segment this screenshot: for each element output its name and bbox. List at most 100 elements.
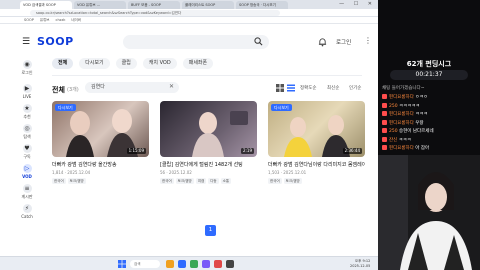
chip-catch-vod[interactable]: 캐치 VOD	[142, 58, 177, 69]
browser-tab[interactable]: VOD 유튜브 ...	[74, 1, 126, 9]
taskbar-search[interactable]: 검색	[130, 260, 160, 268]
tag[interactable]: 한국어	[160, 178, 174, 184]
sidebar-item-recommend[interactable]: ★ 추천	[14, 104, 40, 120]
tag[interactable]: 소통	[220, 178, 232, 184]
app-icon[interactable]	[202, 260, 210, 268]
chat-nick: 펀디요롱하다	[389, 95, 414, 100]
taskbar-clock[interactable]: 오후 9:12 2025-12-05	[350, 259, 370, 269]
card-title[interactable]: 더뻐카 광범 김연다님이랑 다리미지코 몸엠레이트면서	[268, 161, 365, 168]
video-thumbnail[interactable]: 2:19	[160, 101, 257, 157]
sidebar-item-label: Catch	[21, 214, 33, 219]
site-header: ☰ SOOP 로그인 ⋮	[0, 32, 378, 52]
window-controls[interactable]: — ☐ ✕	[339, 1, 376, 7]
duration-badge: 2:36:44	[342, 148, 362, 154]
browser-tab[interactable]: VOD 검색결과 SOOP	[20, 1, 72, 9]
card-title[interactable]: 더뻐카 광범 김연다랑 올간방송	[52, 161, 149, 168]
bell-icon[interactable]	[318, 37, 327, 47]
chat-nick: 펀디요롱하다	[389, 120, 414, 126]
catch-icon: ⚡	[22, 204, 32, 213]
sidebar-item-vod[interactable]: ▷ VOD	[14, 164, 40, 179]
vod-card[interactable]: 2:19 [클립] 김연다에게 털림진 1482개 선팅 56 · 2025.1…	[160, 101, 257, 184]
sidebar-item-label: 게시판	[21, 194, 33, 199]
chip-replay[interactable]: 다시보기	[79, 58, 110, 69]
overlay-notice: 채팅 들어가겠습니다~	[382, 86, 425, 91]
tag[interactable]: 여캠	[195, 178, 207, 184]
sidebar-item-label: 구독	[23, 154, 31, 159]
chat-badge-icon	[382, 94, 387, 99]
tag[interactable]: 한국어	[268, 178, 282, 184]
replay-badge: 다시보기	[55, 104, 76, 111]
bookmarks-bar: SOOP 유튜브 chzzk 네이버	[0, 17, 378, 24]
results-count: (3개)	[67, 87, 79, 93]
soop-logo[interactable]: SOOP	[37, 35, 74, 48]
url-field[interactable]: soop.co.kr/search?szLocation=total_searc…	[30, 10, 280, 16]
results-title: 전체	[52, 86, 65, 94]
sidebar-item-label: LIVE	[22, 94, 32, 99]
video-thumbnail[interactable]: 다시보기 2:36:44	[268, 101, 365, 157]
tag[interactable]: 다등	[208, 178, 219, 184]
chat-message: 펀디요롱하다 ㅋㅋㅋ	[382, 111, 478, 120]
search-icon[interactable]	[254, 37, 263, 46]
search-input[interactable]	[123, 35, 269, 49]
sidebar-item-subscribe[interactable]: ♥ 구독	[14, 144, 40, 160]
sidebar-item-label: 탐색	[23, 134, 31, 139]
chat-badge-icon	[382, 128, 387, 133]
sort-accuracy[interactable]: 정확도순	[300, 85, 317, 91]
chat-text: ㅋㅋㅋㅋㅋ	[399, 103, 420, 109]
browser-tab[interactable]: SOOP 방송국 · 다시보기	[236, 1, 288, 9]
sidebar-item-login[interactable]: ◉ 로그인	[14, 60, 40, 76]
clear-query-icon[interactable]: ✕	[169, 83, 174, 90]
sort-latest[interactable]: 최신순	[327, 85, 339, 91]
tag[interactable]: 토크/캠방	[283, 178, 302, 184]
tag[interactable]: 한국어	[52, 178, 66, 184]
list-view-icon[interactable]	[287, 84, 295, 92]
chat-nick: 펀디요롱하다	[389, 112, 414, 117]
screen: VOD 검색결과 SOOP VOD 유튜브 ... BUFF 모음 - SOOP…	[0, 0, 480, 270]
chat-badge-icon	[382, 102, 387, 108]
tag[interactable]: 토크/캠방	[175, 178, 194, 184]
chat-nick: 250	[389, 129, 398, 134]
chat-nick: 250	[389, 103, 398, 109]
chat-text: ㅋㅋㅋ	[398, 137, 412, 143]
sort-popular[interactable]: 인기순	[349, 85, 361, 91]
browser-tab[interactable]: 플레이리스트 SOOP	[182, 1, 234, 9]
replay-badge: 다시보기	[271, 104, 292, 111]
bookmark[interactable]: chzzk	[56, 18, 66, 22]
compass-icon: ◎	[22, 124, 32, 133]
chip-extra[interactable]: 패세좌폰	[182, 58, 214, 69]
app-icon[interactable]	[226, 260, 234, 268]
login-button[interactable]: 로그인	[336, 38, 351, 46]
grid-view-icon[interactable]	[276, 84, 284, 92]
user-icon: ◉	[22, 60, 32, 69]
chat-badge-icon	[382, 119, 387, 125]
bookmark[interactable]: 유튜브	[40, 18, 50, 23]
more-icon[interactable]: ⋮	[364, 36, 372, 45]
sidebar-item-board[interactable]: ≡ 게시판	[14, 184, 40, 200]
chip-all[interactable]: 전체	[52, 58, 74, 69]
sidebar-item-explore[interactable]: ◎ 탐색	[14, 124, 40, 140]
overlay-timer: 00:21:37	[390, 70, 468, 80]
vod-card[interactable]: 다시보기 2:36:44 더뻐카 광범 김연다님이랑 다리미지코 몸엠레이트면서…	[268, 101, 365, 184]
video-thumbnail[interactable]: 다시보기 1:15:09	[52, 101, 149, 157]
bookmark[interactable]: 네이버	[71, 18, 81, 23]
tag[interactable]: 토크/캠방	[67, 178, 86, 184]
browser-icon[interactable]	[178, 260, 186, 268]
card-title[interactable]: [클립] 김연다에게 털림진 1482개 선팅	[160, 161, 257, 168]
card-meta: 1,814 · 2025.12.04	[52, 170, 91, 175]
bookmark[interactable]: SOOP	[24, 18, 34, 22]
menu-icon[interactable]: ☰	[22, 37, 30, 47]
chat-badge-icon	[382, 111, 387, 116]
app-icon[interactable]	[214, 260, 222, 268]
page-1-button[interactable]: 1	[205, 225, 216, 236]
query-filter-input[interactable]: 김연다	[85, 82, 179, 93]
sidebar-item-catch[interactable]: ⚡ Catch	[14, 204, 40, 219]
windows-start-icon[interactable]	[118, 260, 126, 268]
browser-tab[interactable]: BUFF 모음 - SOOP	[128, 1, 180, 9]
sidebar-item-live[interactable]: ▶ LIVE	[14, 84, 40, 99]
chat-nick: 펀디요롱하다	[389, 146, 414, 151]
vod-card[interactable]: 다시보기 1:15:09 더뻐카 광범 김연다랑 올간방송 1,814 · 20…	[52, 101, 149, 184]
chat-message: 250 승현이 남다르세네	[382, 128, 478, 137]
folder-icon[interactable]	[166, 260, 174, 268]
chip-clip[interactable]: 클립	[115, 58, 137, 69]
chrome-icon[interactable]	[190, 260, 198, 268]
